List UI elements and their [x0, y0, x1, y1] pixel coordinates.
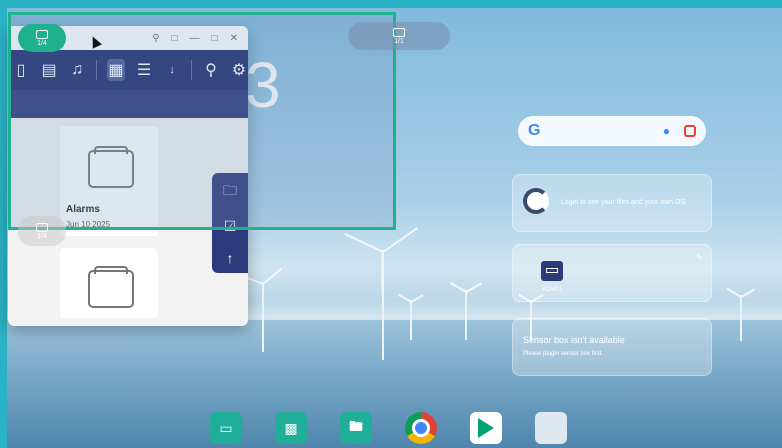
hdmi-label: HDMI 1	[542, 287, 563, 293]
google-search-bar[interactable]: G ●	[518, 116, 706, 146]
login-widget[interactable]: Login to see your files and your own OS.	[512, 174, 712, 232]
frame-left-border	[0, 0, 7, 448]
chrome-icon[interactable]	[405, 412, 437, 444]
window-icon	[36, 29, 48, 39]
hdmi-icon	[541, 261, 563, 281]
sensor-widget[interactable]: Sensor box isn't available Please plugin…	[512, 318, 712, 376]
app-dock: ▭ ▩ 🖿	[210, 412, 580, 448]
google-logo: G	[528, 122, 541, 139]
apps-grid-icon[interactable]	[535, 412, 567, 444]
window-icon	[36, 222, 48, 232]
wind-turbine	[344, 227, 418, 360]
folder-icon[interactable]: 🖿	[340, 412, 372, 444]
monitor-icon	[393, 27, 405, 37]
sensor-hint: Please plugin sensor box first.	[523, 351, 604, 357]
mic-icon[interactable]: ●	[663, 124, 670, 138]
folder-icon	[88, 266, 134, 308]
login-logo-icon	[523, 188, 549, 214]
edit-icon[interactable]: ✎	[696, 253, 703, 262]
login-prompt: Login to see your files and your own OS.	[561, 199, 688, 206]
display-index-pill[interactable]: 1/1	[348, 22, 450, 50]
folder-tile[interactable]	[60, 248, 158, 318]
hdmi-widget[interactable]: HDMI 1 ✎	[512, 244, 712, 302]
window-index-pill[interactable]: 1/4	[18, 24, 66, 52]
sensor-status: Sensor box isn't available	[523, 335, 625, 345]
frame-top-border	[0, 0, 782, 8]
cast-icon[interactable]: ▩	[275, 412, 307, 444]
lens-icon[interactable]	[684, 125, 696, 137]
play-store-icon[interactable]	[470, 412, 502, 444]
screen-mirror-icon[interactable]: ▭	[210, 412, 242, 444]
window-selection-frame[interactable]	[8, 12, 396, 230]
upload-icon[interactable]: ↑	[227, 250, 234, 266]
window-index-pill-secondary[interactable]: 1/4	[18, 216, 66, 246]
